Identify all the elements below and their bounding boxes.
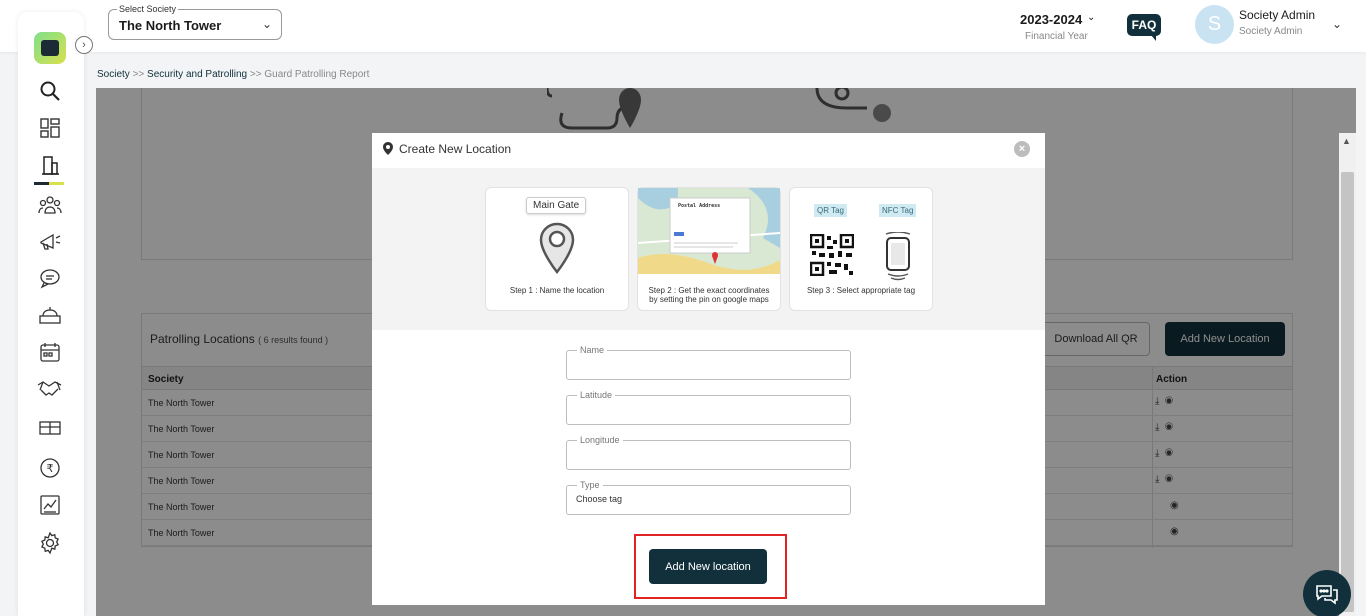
chevron-down-icon[interactable]: ⌄: [1332, 17, 1342, 31]
longitude-field[interactable]: Longitude: [566, 435, 851, 470]
nfc-tag-label: NFC Tag: [879, 204, 917, 217]
main-gate-bubble: Main Gate: [526, 197, 587, 214]
step-2-card: Postal Address Step 2 : Get the exact co…: [637, 187, 781, 311]
sidebar-collapse-button[interactable]: ›: [75, 36, 93, 54]
active-nav-indicator: [34, 182, 64, 185]
qr-code-icon: [810, 234, 854, 276]
longitude-field-label: Longitude: [577, 435, 623, 445]
user-role: Society Admin: [1239, 26, 1303, 37]
residents-icon[interactable]: [35, 190, 65, 220]
sidebar: › ₹: [18, 12, 93, 616]
chevron-down-icon: ⌄: [261, 17, 272, 31]
name-field[interactable]: Name: [566, 345, 851, 380]
top-header: Select Society The North Tower ⌄ 2023-20…: [0, 0, 1366, 52]
map-pin-icon: [539, 222, 575, 274]
app-logo[interactable]: [34, 32, 66, 64]
faq-button[interactable]: FAQ: [1127, 14, 1161, 41]
breadcrumb-security[interactable]: Security and Patrolling: [147, 69, 247, 80]
society-select[interactable]: Select Society The North Tower ⌄: [108, 4, 282, 40]
latitude-field[interactable]: Latitude: [566, 390, 851, 425]
step-1-card: Main Gate Step 1 : Name the location: [485, 187, 629, 311]
name-field-label: Name: [577, 345, 608, 355]
handshake-icon[interactable]: [35, 374, 65, 404]
type-field-label: Type: [577, 480, 603, 490]
chat-icon[interactable]: [35, 263, 65, 293]
breadcrumb-separator: >>: [132, 69, 145, 80]
user-name[interactable]: Society Admin: [1239, 8, 1315, 22]
close-icon[interactable]: ×: [1014, 141, 1030, 157]
latitude-field-label: Latitude: [577, 390, 616, 400]
gift-icon[interactable]: [35, 412, 65, 442]
svg-text:₹: ₹: [47, 462, 54, 475]
type-select[interactable]: Type Choose tag: [566, 480, 851, 515]
breadcrumb-society[interactable]: Society: [97, 69, 130, 80]
rupee-icon[interactable]: ₹: [35, 453, 65, 483]
step-2-caption-line1: Step 2 : Get the exact coordinates: [648, 286, 770, 295]
financial-year-select[interactable]: 2023-2024: [1020, 12, 1082, 27]
highlight-annotation-box: [634, 534, 787, 599]
building-icon[interactable]: [35, 150, 65, 180]
society-select-label: Select Society: [117, 4, 179, 14]
step-3-card: QR Tag NFC Tag Step 3: Select appropria…: [789, 187, 933, 311]
dashboard-icon[interactable]: [35, 113, 65, 143]
breadcrumb: Society >> Security and Patrolling >> Gu…: [97, 69, 369, 80]
step-1-caption: Step 1 : Name the location: [509, 286, 605, 295]
latitude-input[interactable]: [576, 404, 836, 414]
amenities-icon[interactable]: [35, 300, 65, 330]
announcement-icon[interactable]: [35, 226, 65, 256]
financial-year-label: Financial Year: [1025, 31, 1088, 42]
scrollbar-thumb[interactable]: [1341, 172, 1354, 612]
nfc-phone-icon: [885, 232, 911, 281]
chat-bubble-icon: [1316, 585, 1338, 605]
society-select-value: The North Tower: [119, 18, 222, 33]
logo-mark-icon: [41, 40, 59, 56]
step-3-caption: Step 3 : Select appropriate tag: [806, 286, 916, 295]
reports-chart-icon[interactable]: [35, 490, 65, 520]
calendar-icon[interactable]: [35, 337, 65, 367]
settings-gear-icon[interactable]: [35, 528, 65, 558]
modal-title: Create New Location: [399, 142, 512, 156]
name-input[interactable]: [576, 359, 836, 369]
map-popup-title: Postal Address: [678, 203, 720, 209]
scroll-up-arrow-icon[interactable]: ▲: [1342, 136, 1351, 146]
qr-tag-label: QR Tag: [814, 204, 847, 217]
longitude-input[interactable]: [576, 449, 836, 459]
type-select-value[interactable]: Choose tag: [576, 494, 836, 504]
steps-guide: Main Gate Step 1 : Name the location Pos…: [372, 168, 1045, 330]
support-chat-button[interactable]: [1303, 570, 1351, 616]
search-icon[interactable]: [35, 76, 65, 106]
breadcrumb-separator: >>: [249, 69, 262, 80]
map-preview-icon: Postal Address: [638, 188, 780, 274]
chevron-down-icon[interactable]: ⌄: [1087, 12, 1095, 23]
location-pin-icon: [383, 142, 393, 155]
avatar[interactable]: S: [1195, 5, 1234, 44]
breadcrumb-current: Guard Patrolling Report: [264, 69, 370, 80]
step-2-caption-line2: by setting the pin on google maps: [649, 295, 769, 304]
